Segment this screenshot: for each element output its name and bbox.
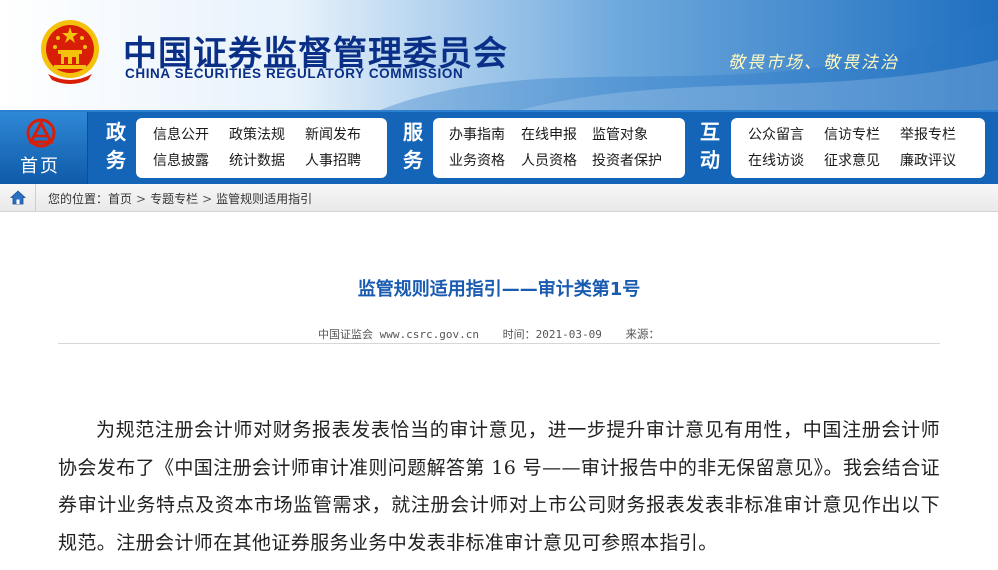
group-title-char: 互: [700, 120, 720, 144]
nav-item-info-public[interactable]: 信息公开: [153, 124, 209, 144]
group-title-char: 动: [700, 148, 720, 172]
nav-item-business-qualification[interactable]: 业务资格: [449, 150, 505, 170]
group-title-char: 服: [403, 120, 423, 144]
nav-item-guide[interactable]: 办事指南: [449, 124, 505, 144]
nav-group-title-fuwu: 服 务: [398, 118, 428, 174]
nav-item-recruitment[interactable]: 人事招聘: [305, 150, 361, 170]
nav-group-title-zhengwu: 政 务: [101, 118, 131, 174]
breadcrumb-trail: 您的位置：首页 > 专题专栏 > 监管规则适用指引: [48, 190, 312, 207]
site-header: 中国证券监督管理委员会 CHINA SECURITIES REGULATORY …: [0, 0, 998, 110]
csrc-logo-icon: [26, 118, 56, 148]
nav-item-personnel-qualification[interactable]: 人员资格: [521, 150, 577, 170]
main-nav: 首页 政 务 信息公开 政策法规 新闻发布 信息披露 统计数据 人事招聘 服 务…: [0, 110, 998, 184]
nav-item-disclosure[interactable]: 信息披露: [153, 150, 209, 170]
nav-item-solicit-opinions[interactable]: 征求意见: [824, 150, 880, 170]
nav-item-integrity-review[interactable]: 廉政评议: [900, 150, 956, 170]
national-emblem-icon: [41, 20, 99, 84]
nav-group-title-hudong: 互 动: [695, 118, 725, 174]
article-origin: 来源：: [625, 327, 661, 341]
nav-menu-hudong: 公众留言 信访专栏 举报专栏 在线访谈 征求意见 廉政评议: [731, 118, 985, 178]
article-meta: 中国证监会 www.csrc.gov.cn 时间：2021-03-09 来源：: [58, 316, 940, 344]
nav-item-petition[interactable]: 信访专栏: [824, 124, 880, 144]
breadcrumb-link-home[interactable]: 首页: [108, 192, 132, 206]
nav-item-policy-law[interactable]: 政策法规: [229, 124, 285, 144]
article-title: 监管规则适用指引——审计类第1号: [357, 279, 641, 300]
breadcrumb-prefix: 您的位置：: [48, 192, 109, 206]
nav-item-online-interview[interactable]: 在线访谈: [748, 150, 804, 170]
breadcrumb-link-current[interactable]: 监管规则适用指引: [216, 192, 312, 206]
nav-menu-fuwu: 办事指南 在线申报 监管对象 业务资格 人员资格 投资者保护: [433, 118, 685, 178]
nav-item-public-message[interactable]: 公众留言: [748, 124, 804, 144]
nav-item-statistics[interactable]: 统计数据: [229, 150, 285, 170]
group-title-char: 政: [106, 120, 126, 144]
breadcrumb: 您的位置：首页 > 专题专栏 > 监管规则适用指引: [0, 184, 998, 212]
nav-item-news[interactable]: 新闻发布: [305, 124, 361, 144]
site-title-en: CHINA SECURITIES REGULATORY COMMISSION: [125, 66, 464, 81]
nav-home-button[interactable]: 首页: [0, 112, 88, 184]
nav-item-online-apply[interactable]: 在线申报: [521, 124, 577, 144]
breadcrumb-separator: >: [202, 192, 213, 206]
breadcrumb-separator: >: [136, 192, 147, 206]
site-slogan: 敬畏市场、敬畏法治: [728, 53, 899, 73]
group-title-char: 务: [106, 148, 126, 172]
group-title-char: 务: [403, 148, 423, 172]
home-icon: [10, 190, 26, 205]
nav-item-report[interactable]: 举报专栏: [900, 124, 956, 144]
article-time: 时间：2021-03-09: [502, 328, 602, 341]
nav-item-regulated-entities[interactable]: 监管对象: [592, 124, 648, 144]
breadcrumb-home-button[interactable]: [0, 184, 36, 212]
article-source: 中国证监会 www.csrc.gov.cn: [317, 328, 479, 341]
nav-item-investor-protection[interactable]: 投资者保护: [592, 150, 662, 170]
nav-home-label: 首页: [20, 156, 60, 177]
nav-menu-zhengwu: 信息公开 政策法规 新闻发布 信息披露 统计数据 人事招聘: [136, 118, 387, 178]
breadcrumb-link-topics[interactable]: 专题专栏: [150, 192, 198, 206]
article-body: 为规范注册会计师对财务报表发表恰当的审计意见，进一步提升审计意见有用性，中国注册…: [58, 419, 940, 554]
